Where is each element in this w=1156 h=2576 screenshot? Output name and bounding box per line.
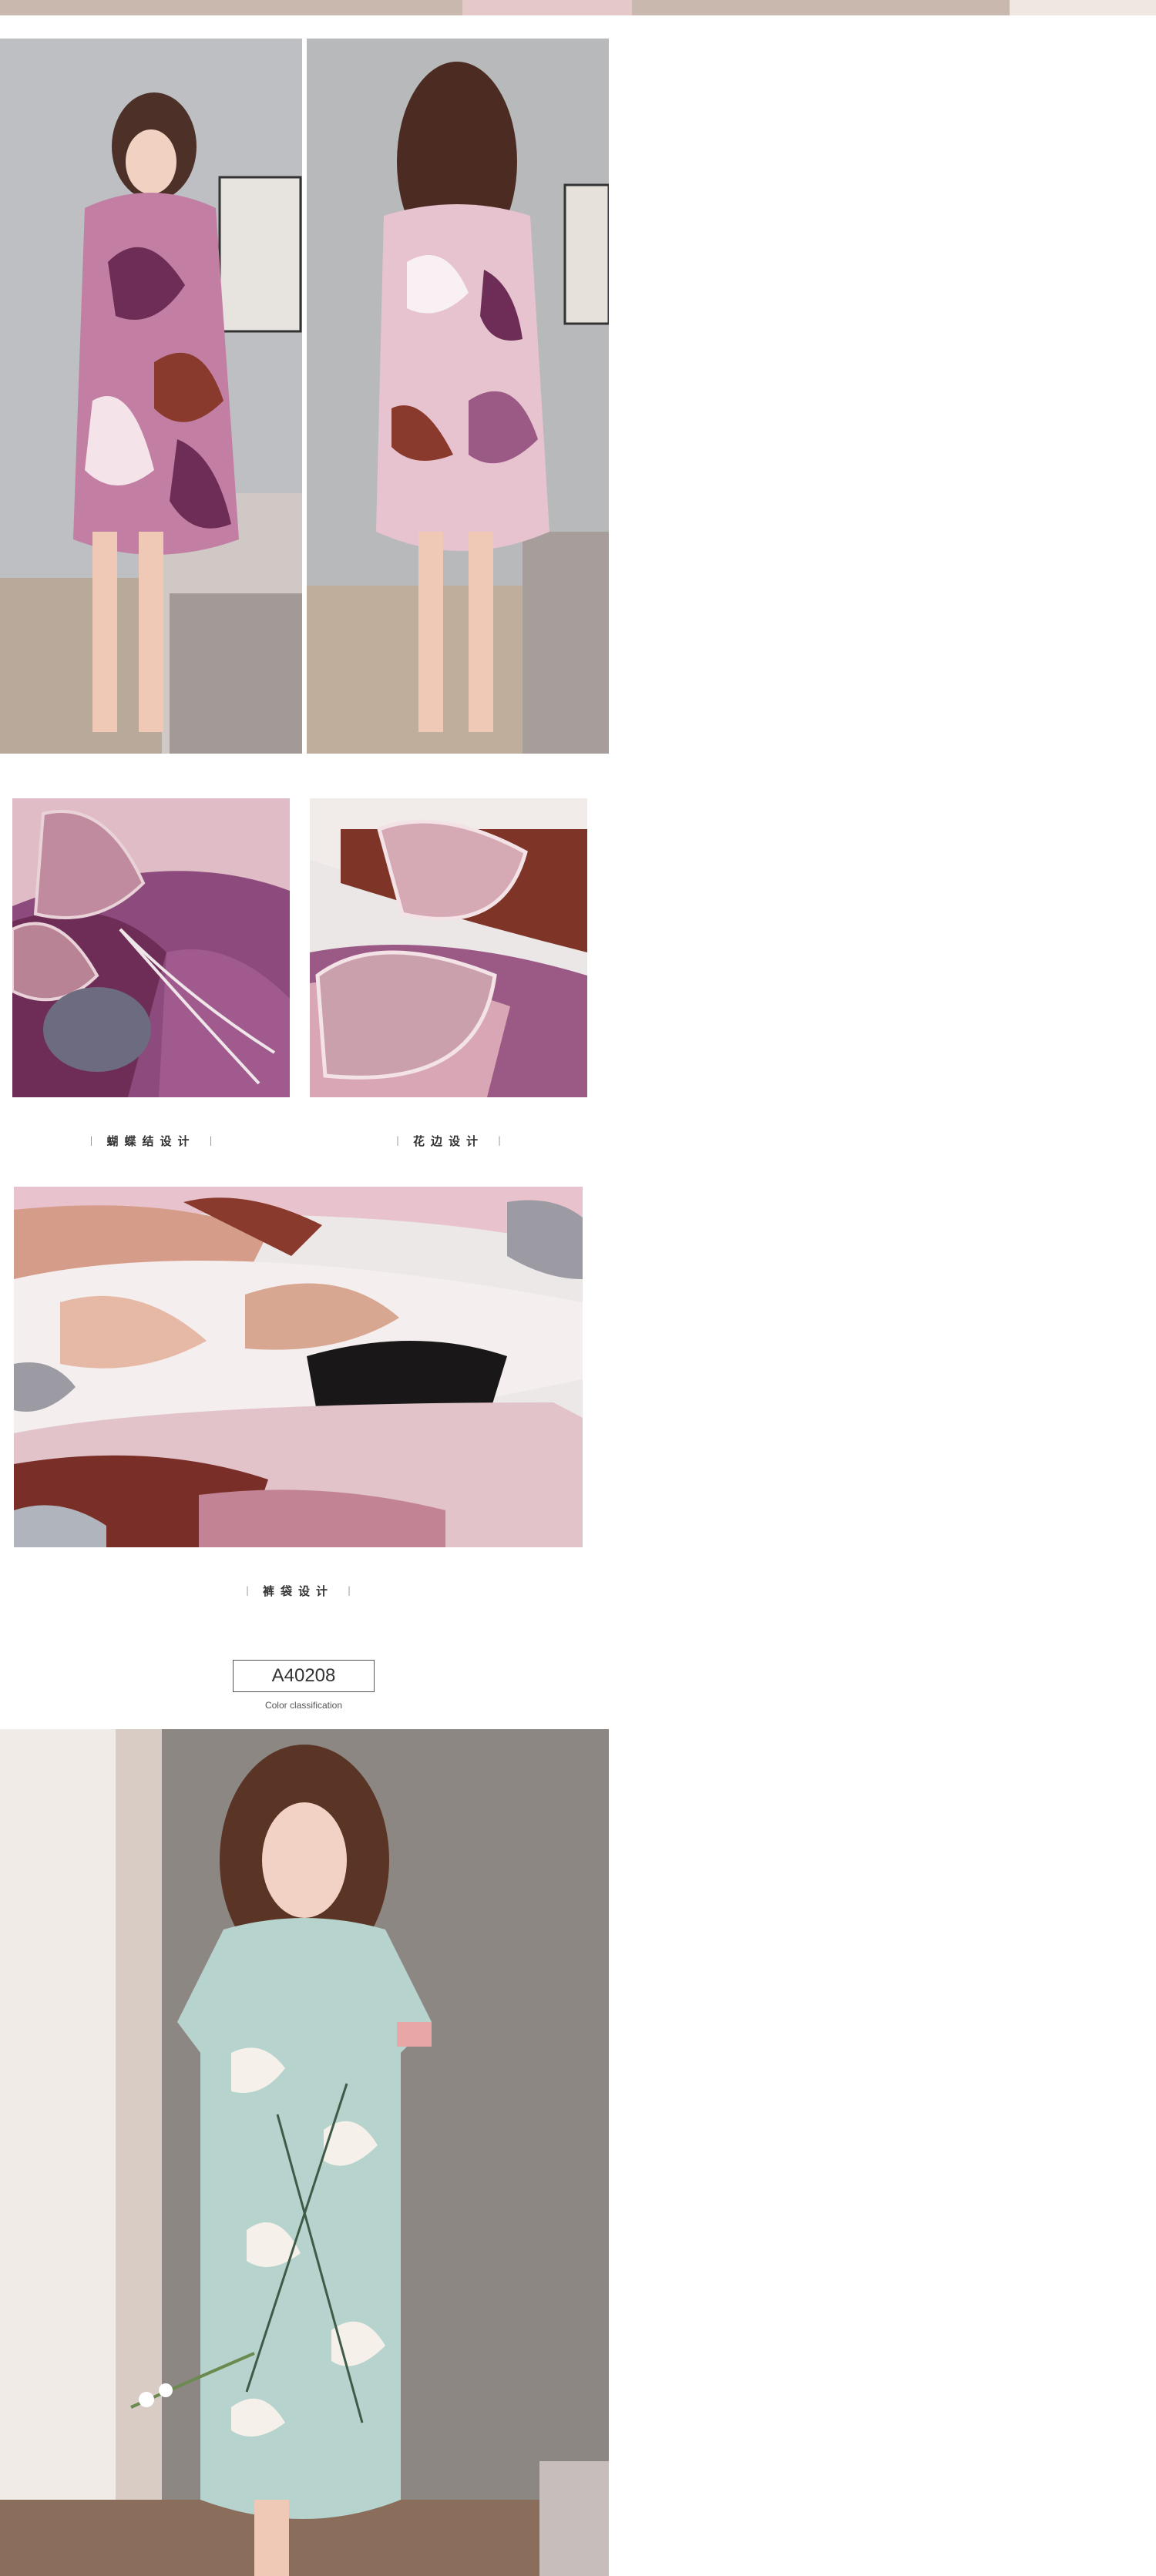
lace-design-caption: | 花边设计 | — [310, 1131, 587, 1150]
model-green-dress-photo — [0, 1729, 609, 2576]
caption-tick-left: | — [245, 1585, 249, 1596]
caption-tick-right: | — [498, 1135, 502, 1146]
bow-design-label: 蝴蝶结设计 — [106, 1134, 196, 1148]
caption-tick-left: | — [89, 1135, 93, 1146]
color-code-box: A40208 — [233, 1660, 375, 1692]
lace-design-label: 花边设计 — [412, 1134, 484, 1148]
lace-detail-photo — [310, 798, 587, 1097]
color-code-text: A40208 — [271, 1665, 336, 1686]
caption-tick-right: | — [209, 1135, 213, 1146]
pocket-design-label: 裤袋设计 — [262, 1584, 334, 1598]
caption-tick-left: | — [395, 1135, 399, 1146]
bow-design-caption: | 蝴蝶结设计 | — [12, 1131, 290, 1150]
bow-detail-photo — [12, 798, 290, 1097]
model-front-photo — [0, 39, 302, 754]
pocket-detail-photo — [14, 1187, 583, 1547]
top-banner-fragment — [0, 0, 1156, 20]
model-back-photo — [307, 39, 609, 754]
color-classification-label: Color classification — [264, 1700, 343, 1711]
top-banner-image — [0, 0, 1156, 20]
caption-tick-right: | — [348, 1585, 351, 1596]
pocket-design-caption: | 裤袋设计 | — [14, 1581, 583, 1600]
